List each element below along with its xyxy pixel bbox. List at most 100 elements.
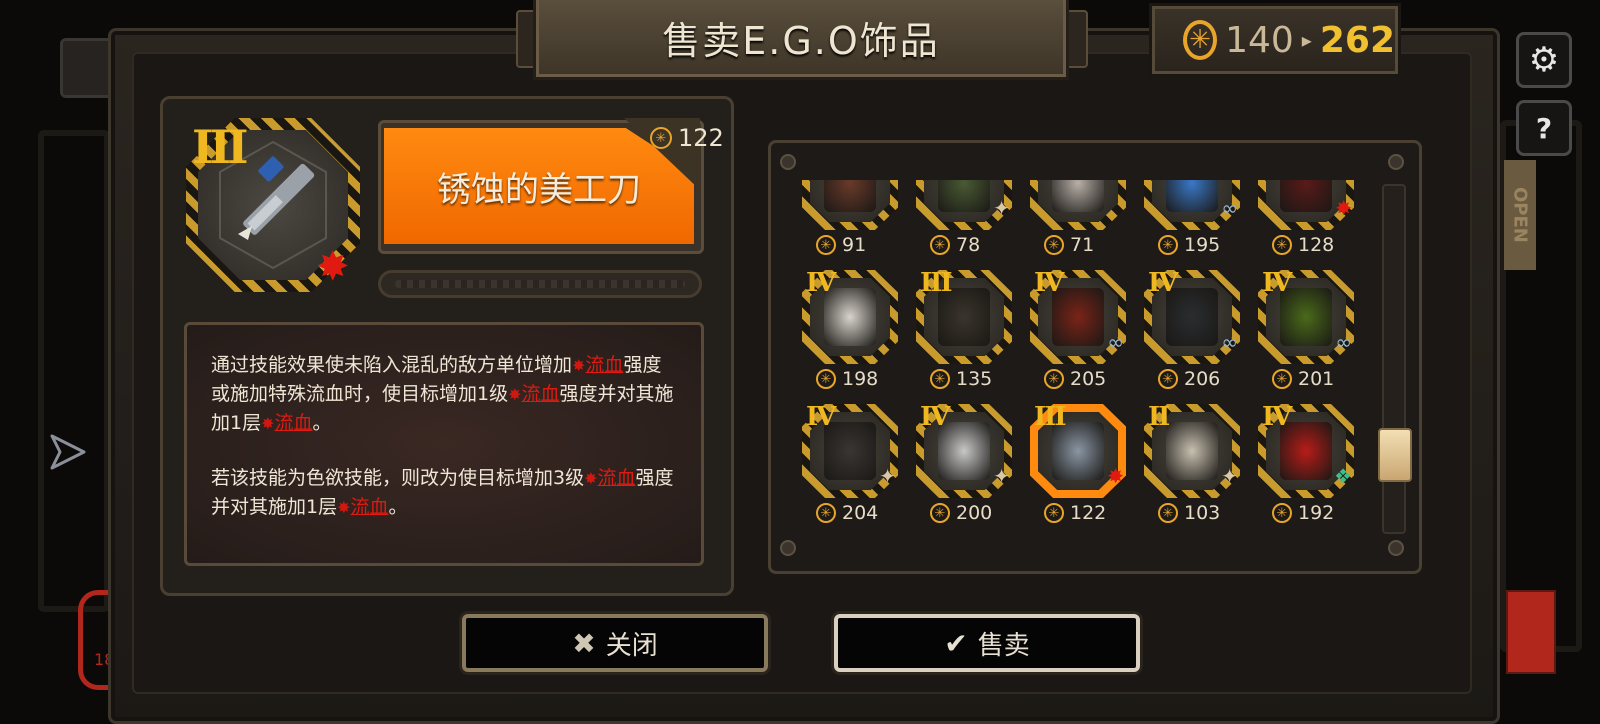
money-arrow-icon: ▸ (1301, 28, 1312, 52)
slot-affinity-icon: ∞ (1335, 330, 1352, 354)
ego-item-slot[interactable]: ✦ ✳ 78 (916, 180, 1012, 264)
item-price-value: 122 (678, 124, 724, 152)
coin-icon: ✳ (1044, 369, 1064, 389)
coin-icon: ✳ (1272, 235, 1292, 255)
slot-tier: IV (1262, 268, 1292, 298)
slot-price-value: 206 (1184, 368, 1221, 390)
coin-icon: ✳ (930, 503, 950, 523)
item-tier: III (192, 120, 249, 174)
ego-item-slot[interactable]: ✳ 71 (1030, 180, 1126, 264)
slot-price-value: 198 (842, 368, 879, 390)
slot-affinity-icon: ❖ (1334, 464, 1352, 488)
bleed-keyword-link[interactable]: 流血 (522, 383, 560, 405)
coin-icon: ✳ (816, 503, 836, 523)
coin-icon: ✳ (650, 127, 672, 149)
slot-price-value: 71 (1070, 234, 1095, 256)
sell-button[interactable]: ✔ 售卖 (834, 614, 1140, 672)
bleed-icon: ✸ (337, 498, 351, 517)
slot-price: ✳ 122 (1044, 502, 1106, 524)
desc-text: 。 (312, 412, 332, 434)
ego-item-slot[interactable]: ✳ 91 (802, 180, 898, 264)
desc-text: 通过技能效果使未陷入混乱的敌方单位增加 (211, 354, 573, 376)
slot-tier: III (920, 268, 952, 298)
slot-tier: II (1148, 402, 1170, 432)
bolt-icon (1388, 540, 1404, 556)
ego-item-slot[interactable]: ✸ ✳ 128 (1258, 180, 1354, 264)
ego-item-slot[interactable]: III ✳ 135 (916, 268, 1012, 398)
slot-price-value: 91 (842, 234, 867, 256)
slot-price: ✳ 195 (1158, 234, 1220, 256)
item-price: ✳ 122 (650, 124, 724, 152)
slot-price: ✳ 192 (1272, 502, 1334, 524)
bleed-icon: ✸ (508, 385, 522, 404)
background-pipe (38, 130, 110, 612)
bleed-keyword-link[interactable]: 流血 (598, 467, 636, 489)
coin-icon: ✳ (1183, 20, 1218, 60)
ego-item-slot[interactable]: II ✦ ✳ 103 (1144, 402, 1240, 532)
slot-tier: III (1034, 402, 1066, 432)
slot-affinity-icon: ∞ (1107, 330, 1124, 354)
slot-price: ✳ 204 (816, 502, 878, 524)
slot-price-value: 195 (1184, 234, 1221, 256)
ego-item-slot[interactable]: III ✸ ✳ 122 (1030, 402, 1126, 532)
background-red-box (1506, 590, 1556, 674)
ego-item-slot[interactable]: IV ∞ ✳ 206 (1144, 268, 1240, 398)
description-paragraph-1: 通过技能效果使未陷入混乱的敌方单位增加✸流血强度或施加特殊流血时，使目标增加1级… (211, 351, 677, 438)
close-button[interactable]: ✖ 关闭 (462, 614, 768, 672)
ego-item-slot[interactable]: IV ✦ ✳ 200 (916, 402, 1012, 532)
coin-icon: ✳ (930, 369, 950, 389)
coin-icon: ✳ (816, 369, 836, 389)
slot-price-value: 103 (1184, 502, 1221, 524)
ego-item-slot[interactable]: IV ✦ ✳ 204 (802, 402, 898, 532)
desc-text: 。 (388, 496, 408, 518)
ego-item-slot[interactable]: IV ❖ ✳ 192 (1258, 402, 1354, 532)
slot-price-value: 192 (1298, 502, 1335, 524)
item-progress-bar (378, 270, 702, 298)
sell-button-label: 售卖 (977, 630, 1030, 661)
title-bracket-right (1066, 10, 1088, 68)
slot-tier: IV (1148, 268, 1178, 298)
help-icon: ? (1535, 111, 1553, 145)
slot-price: ✳ 198 (816, 368, 878, 390)
ego-item-slot[interactable]: IV ∞ ✳ 205 (1030, 268, 1126, 398)
coin-icon: ✳ (1158, 235, 1178, 255)
ego-item-image (1052, 180, 1104, 212)
slot-price-value: 122 (1070, 502, 1107, 524)
grid-scroll-thumb[interactable] (1378, 428, 1412, 482)
background-open-sign: OPEN (1504, 160, 1536, 270)
slot-price-value: 128 (1298, 234, 1335, 256)
settings-button[interactable]: ⚙ (1516, 32, 1572, 88)
coin-icon: ✳ (1158, 503, 1178, 523)
ego-item-image (1166, 180, 1218, 212)
ego-item-image (1280, 180, 1332, 212)
slot-affinity-icon: ∞ (1221, 196, 1238, 220)
money-after-sale: 262 (1319, 19, 1395, 61)
inventory-grid: ✳ 91 ✦ ✳ 78 ✳ 71 ∞ ✳ 195 ✸ ✳ 128 IV ✳ 198 III ✳ 135 IV ∞ ✳ 205… (790, 180, 1370, 550)
ego-item-slot[interactable]: IV ✳ 198 (802, 268, 898, 398)
slot-price: ✳ 103 (1158, 502, 1220, 524)
slot-affinity-icon: ✸ (1107, 464, 1124, 488)
money-display: ✳ 140 ▸ 262 (1152, 6, 1398, 74)
bleed-keyword-link[interactable]: 流血 (351, 496, 389, 518)
bleed-keyword-link[interactable]: 流血 (275, 412, 313, 434)
ego-item-image (1166, 422, 1218, 480)
desc-text: 若该技能为色欲技能，则改为使目标增加3级 (211, 467, 585, 489)
coin-icon: ✳ (1272, 369, 1292, 389)
slot-price-value: 205 (1070, 368, 1107, 390)
help-button[interactable]: ? (1516, 100, 1572, 156)
bleed-icon: ✸ (316, 244, 350, 290)
ego-item-slot[interactable]: IV ∞ ✳ 201 (1258, 268, 1354, 398)
money-current: 140 (1225, 19, 1294, 61)
ego-item-slot[interactable]: ∞ ✳ 195 (1144, 180, 1240, 264)
slot-tier: IV (1034, 268, 1064, 298)
bleed-keyword-link[interactable]: 流血 (585, 354, 623, 376)
slot-tier: IV (806, 268, 836, 298)
bleed-icon: ✸ (261, 414, 275, 433)
slot-price-value: 200 (956, 502, 993, 524)
slot-price: ✳ 205 (1044, 368, 1106, 390)
bleed-icon: ✸ (584, 469, 598, 488)
slot-affinity-icon: ✦ (1221, 464, 1238, 488)
slot-tier: IV (1262, 402, 1292, 432)
coin-icon: ✳ (930, 235, 950, 255)
title-bracket-left (516, 10, 538, 68)
